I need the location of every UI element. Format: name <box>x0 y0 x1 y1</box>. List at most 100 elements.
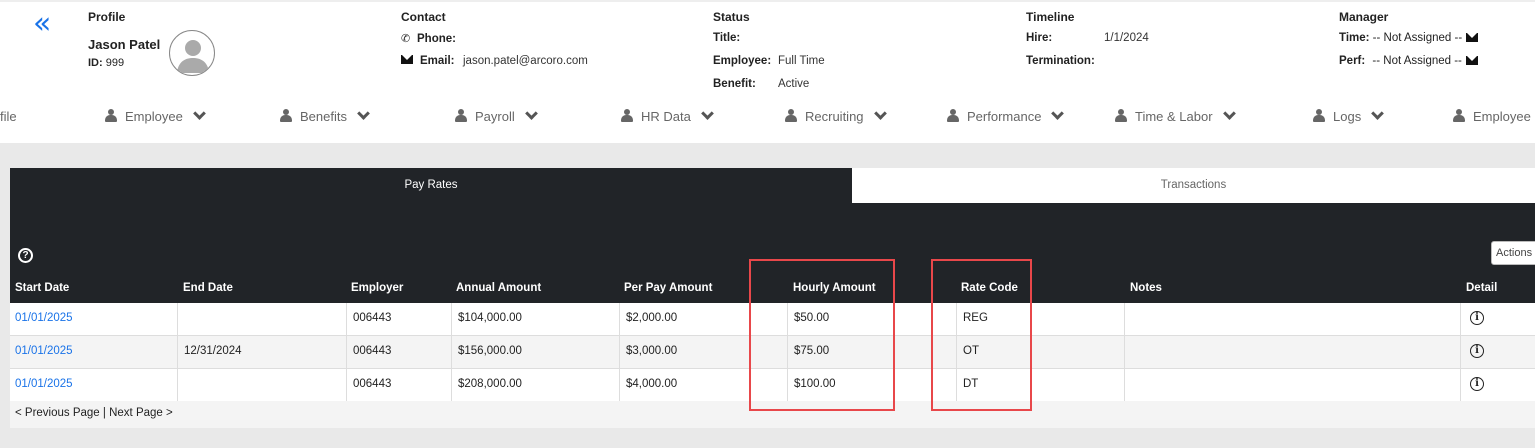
info-icon[interactable]: i <box>1470 376 1484 391</box>
tab-transactions[interactable]: Transactions <box>852 168 1535 203</box>
time-manager-label: Time: <box>1339 32 1370 44</box>
table-row: 01/01/2025 006443 $104,000.00 $2,000.00 … <box>10 303 1535 336</box>
start-date-link[interactable]: 01/01/2025 <box>15 312 73 324</box>
person-icon <box>455 109 467 122</box>
help-icon[interactable]: ? <box>18 248 33 263</box>
nav-item-label: Performance <box>967 109 1042 124</box>
manager-heading: Manager <box>1339 10 1389 24</box>
email-label: Email: <box>420 55 455 67</box>
start-date-link[interactable]: 01/01/2025 <box>15 345 73 357</box>
pager-separator: | <box>99 407 110 419</box>
email-row: Email: <box>401 55 455 67</box>
chevron-down-icon <box>1051 107 1065 120</box>
timeline-section: Timeline <box>1026 10 1074 24</box>
termination-row: Termination: <box>1026 55 1095 67</box>
main-nav: file Employee Benefits Payroll HR Data R… <box>0 100 1535 140</box>
column-header-rate-code[interactable]: Rate Code <box>961 282 1018 294</box>
pagination: < Previous Page | Next Page > <box>10 401 1535 428</box>
status-heading: Status <box>713 10 750 24</box>
nav-item-performance[interactable]: Performance <box>947 107 1065 124</box>
column-header-notes[interactable]: Notes <box>1130 282 1162 294</box>
cell-rate-code: DT <box>956 369 1124 402</box>
cell-employer: 006443 <box>346 336 451 369</box>
cell-per-pay-amount: $2,000.00 <box>619 303 787 336</box>
column-header-detail[interactable]: Detail <box>1466 282 1497 294</box>
column-header-hourly-amount[interactable]: Hourly Amount <box>793 282 876 294</box>
benefit-label: Benefit: <box>713 78 756 90</box>
email-value[interactable]: jason.patel@arcoro.com <box>463 55 588 67</box>
envelope-icon[interactable] <box>1466 33 1479 43</box>
start-date-link[interactable]: 01/01/2025 <box>15 378 73 390</box>
cell-rate-code: OT <box>956 336 1124 369</box>
cell-start-date: 01/01/2025 <box>10 336 177 369</box>
column-header-per-pay-amount[interactable]: Per Pay Amount <box>624 282 712 294</box>
cell-end-date: 12/31/2024 <box>177 336 346 369</box>
nav-item-employee[interactable]: Employee <box>105 107 206 124</box>
profile-heading: Profile <box>88 10 126 24</box>
employee-id-value: 999 <box>105 57 125 69</box>
benefit-value: Active <box>778 78 810 90</box>
envelope-icon <box>401 55 413 64</box>
person-icon <box>947 109 959 122</box>
employee-name: Jason Patel <box>88 37 161 52</box>
nav-item-benefits[interactable]: Benefits <box>280 107 370 124</box>
nav-item-label: Payroll <box>475 109 515 124</box>
pay-rates-panel: Pay Rates Transactions ? Actions Start D… <box>10 168 1535 428</box>
envelope-icon[interactable] <box>1465 56 1478 66</box>
content-area: Pay Rates Transactions ? Actions Start D… <box>0 143 1535 448</box>
time-manager-value: -- Not Assigned -- <box>1372 32 1463 44</box>
nav-item-label: Logs <box>1333 109 1362 124</box>
column-header-annual-amount[interactable]: Annual Amount <box>456 282 541 294</box>
cell-per-pay-amount: $4,000.00 <box>619 369 787 402</box>
chevron-down-icon <box>1222 107 1236 120</box>
actions-button[interactable]: Actions <box>1491 241 1535 265</box>
nav-item-hr-data[interactable]: HR Data <box>621 107 714 124</box>
nav-item-recruiting[interactable]: Recruiting <box>785 107 887 124</box>
person-avatar-icon <box>177 40 209 73</box>
cell-detail: i <box>1460 336 1535 369</box>
person-icon <box>105 109 117 122</box>
chevron-down-icon <box>192 107 206 120</box>
cell-notes <box>1124 369 1460 402</box>
cell-end-date <box>177 369 346 402</box>
chevron-down-icon <box>700 107 714 120</box>
person-icon <box>1115 109 1127 122</box>
table-row: 01/01/2025 006443 $208,000.00 $4,000.00 … <box>10 369 1535 402</box>
person-icon <box>1453 109 1465 122</box>
nav-item-logs[interactable]: Logs <box>1313 107 1385 124</box>
column-header-end-date[interactable]: End Date <box>183 282 233 294</box>
profile-section: Profile Jason Patel ID: 999 <box>88 10 160 69</box>
next-page-link[interactable]: Next Page > <box>109 407 173 419</box>
column-header-employer[interactable]: Employer <box>351 282 403 294</box>
info-icon[interactable]: i <box>1470 343 1484 358</box>
cell-start-date: 01/01/2025 <box>10 303 177 336</box>
nav-item-time-labor[interactable]: Time & Labor <box>1115 107 1236 124</box>
perf-manager-row: Perf: -- Not Assigned -- <box>1339 55 1478 67</box>
cell-rate-code: REG <box>956 303 1124 336</box>
tab-pay-rates[interactable]: Pay Rates <box>10 168 852 203</box>
employee-type-row: Employee: <box>713 55 771 67</box>
column-header-start-date[interactable]: Start Date <box>15 282 69 294</box>
hire-row: Hire: <box>1026 32 1052 44</box>
nav-item-employee-2[interactable]: Employee <box>1453 109 1531 124</box>
nav-item-payroll[interactable]: Payroll <box>455 107 538 124</box>
cell-detail: i <box>1460 369 1535 402</box>
perf-manager-value: -- Not Assigned -- <box>1372 55 1462 67</box>
title-row: Title: <box>713 32 740 44</box>
perf-manager-label: Perf: <box>1339 55 1366 67</box>
nav-item-label: Benefits <box>300 109 347 124</box>
cell-hourly-amount: $75.00 <box>787 336 956 369</box>
cell-per-pay-amount: $3,000.00 <box>619 336 787 369</box>
avatar[interactable] <box>169 30 215 76</box>
nav-item-label: file <box>0 109 17 124</box>
info-icon[interactable]: i <box>1470 310 1484 325</box>
cell-annual-amount: $104,000.00 <box>451 303 619 336</box>
person-icon <box>785 109 797 122</box>
previous-page-link[interactable]: < Previous Page <box>15 407 100 419</box>
double-chevron-left-icon[interactable]: « <box>33 9 51 39</box>
chevron-down-icon <box>524 107 538 120</box>
phone-label: Phone: <box>417 33 456 45</box>
employee-id-label: ID: <box>88 57 103 69</box>
cell-detail: i <box>1460 303 1535 336</box>
nav-item-profile[interactable]: file <box>0 109 17 124</box>
